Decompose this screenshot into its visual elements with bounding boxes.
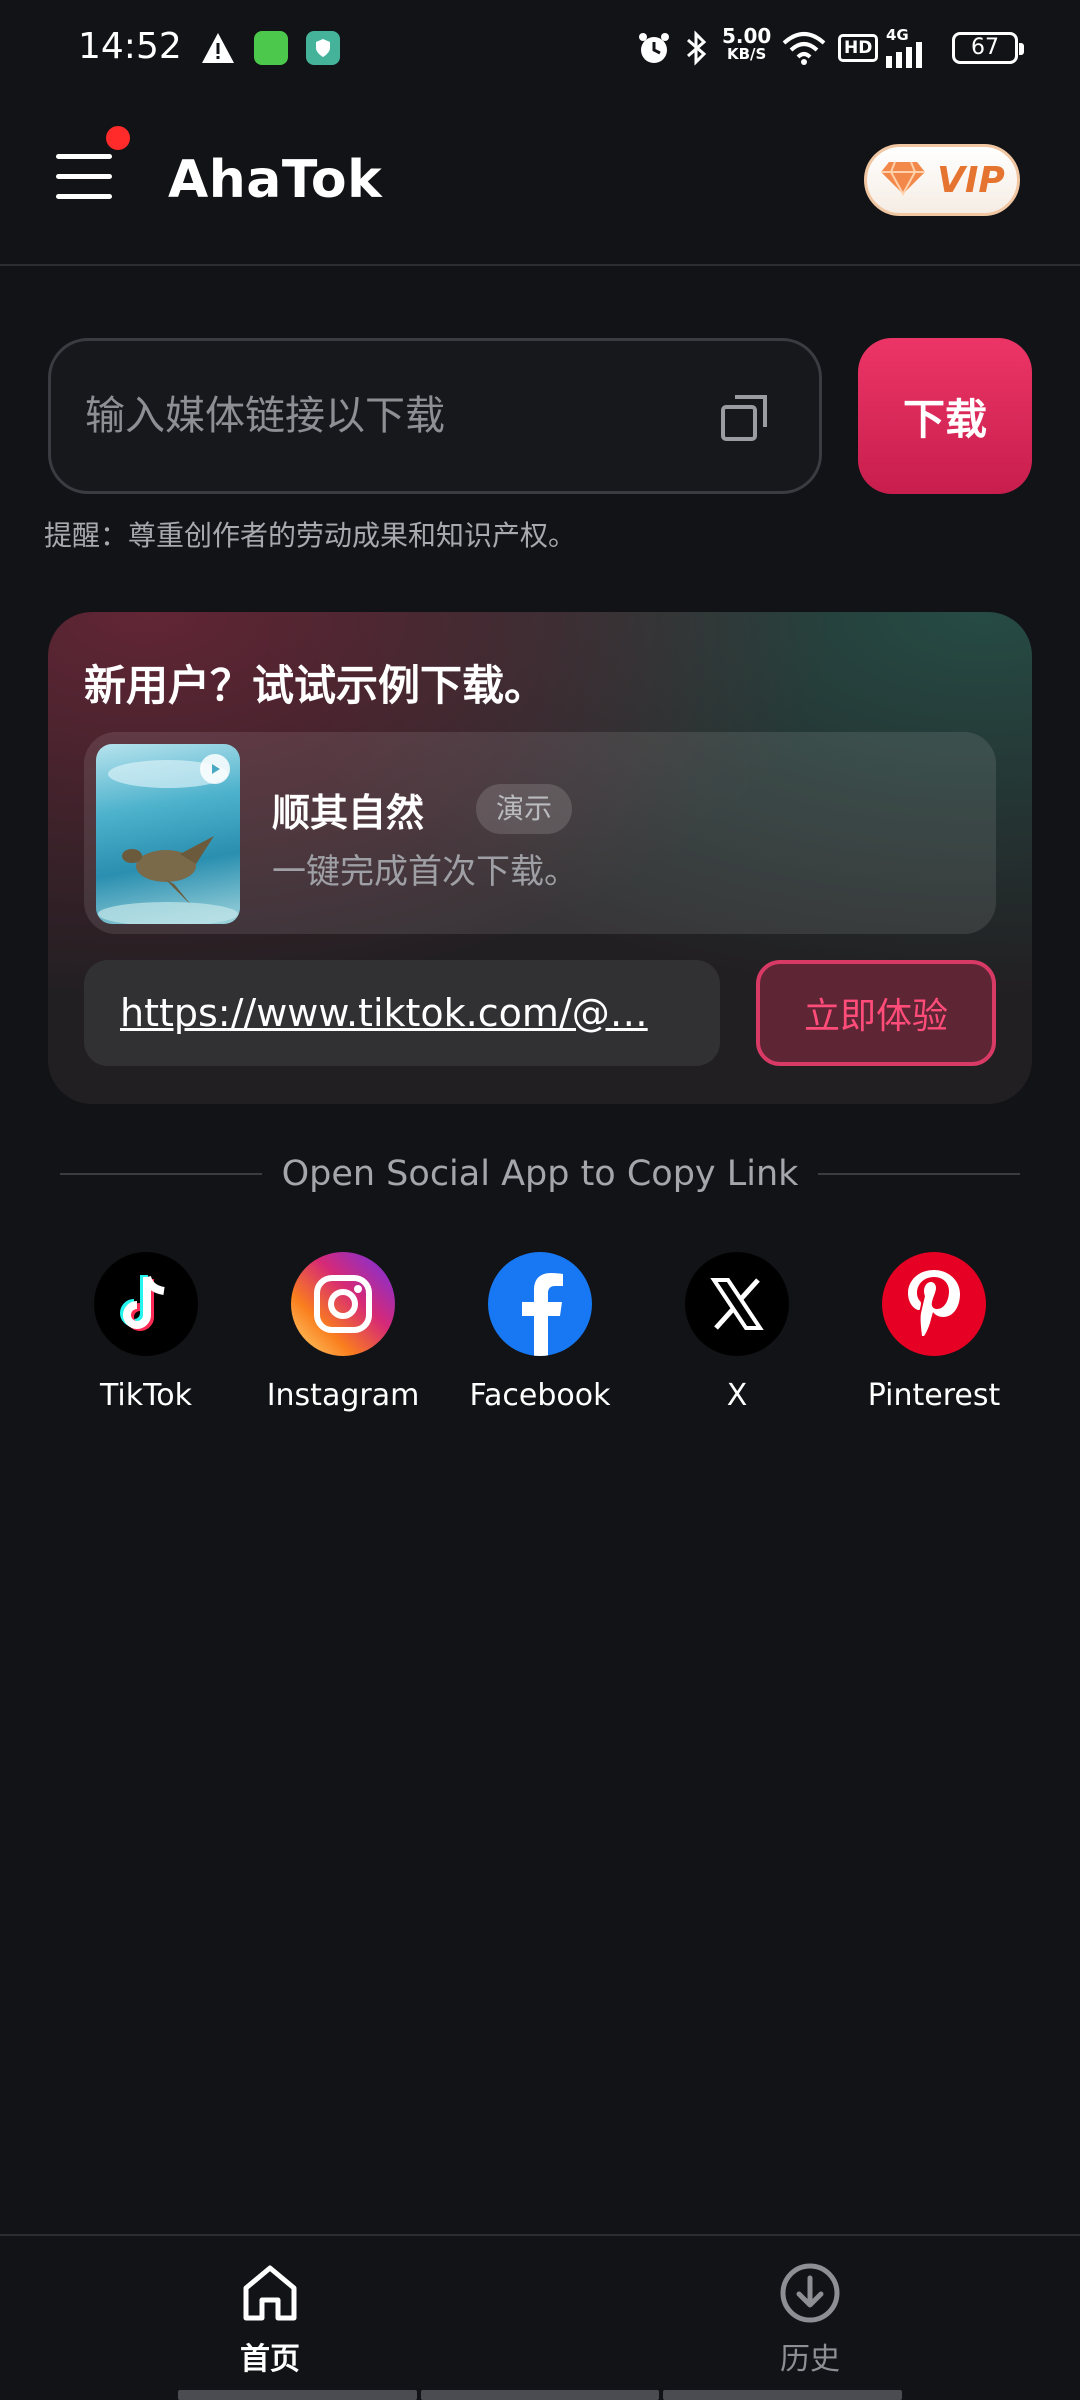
url-input-container: [48, 338, 822, 494]
demo-card: 新用户？试试示例下载。 顺其自然 演示 一键完成首次下载。 https://ww…: [48, 612, 1032, 1104]
social-label: X: [726, 1378, 748, 1413]
nav-item-home[interactable]: 首页: [190, 2262, 350, 2378]
bluetooth-icon: [684, 28, 708, 68]
reminder-text: 提醒：尊重创作者的劳动成果和知识产权。: [44, 519, 577, 552]
demo-badge: 演示: [476, 784, 573, 834]
instagram-icon: [291, 1252, 395, 1356]
divider-line-left: [60, 1173, 262, 1175]
social-label: Instagram: [266, 1378, 420, 1413]
warning-icon: [200, 28, 236, 68]
social-app-pinterest[interactable]: Pinterest: [836, 1252, 1032, 1413]
social-app-x[interactable]: X: [639, 1252, 835, 1413]
menu-badge-dot: [106, 126, 130, 150]
vip-button[interactable]: VIP: [864, 144, 1020, 216]
social-label: TikTok: [99, 1378, 193, 1413]
gesture-bar[interactable]: [178, 2390, 903, 2400]
bottom-nav: 首页 历史: [0, 2234, 1080, 2400]
nav-label-home: 首页: [240, 2342, 300, 2377]
social-app-tiktok[interactable]: TikTok: [48, 1252, 244, 1413]
hd-icon: HD: [838, 28, 879, 68]
nav-label-history: 历史: [780, 2342, 840, 2377]
alarm-icon: [636, 28, 672, 68]
vip-label: VIP: [937, 159, 1005, 201]
status-bar: 14:52 5.00 KB/S HD 4G 67: [0, 0, 1080, 96]
wifi-icon: [782, 28, 826, 68]
demo-item-desc: 一键完成首次下载。: [272, 852, 578, 892]
divider-line-right: [818, 1173, 1021, 1175]
social-divider: Open Social App to Copy Link: [60, 1152, 1021, 1196]
tiktok-icon: [94, 1252, 198, 1356]
message-notif-icon: [254, 28, 288, 68]
demo-item-name: 顺其自然: [272, 791, 425, 835]
url-input[interactable]: [85, 341, 725, 491]
demo-thumbnail: [96, 744, 240, 924]
social-label: Facebook: [469, 1378, 611, 1413]
x-icon: [685, 1252, 789, 1356]
social-app-instagram[interactable]: Instagram: [245, 1252, 441, 1413]
social-app-facebook[interactable]: Facebook: [442, 1252, 638, 1413]
battery-icon: 67: [952, 32, 1024, 64]
status-time: 14:52: [78, 26, 182, 67]
facebook-icon: [488, 1252, 592, 1356]
history-download-icon: [779, 2263, 841, 2328]
net-speed: 5.00 KB/S: [722, 24, 772, 63]
pinterest-icon: [882, 1252, 986, 1356]
demo-url-link[interactable]: https://www.tiktok.com/@…: [84, 960, 720, 1066]
home-icon: [240, 2265, 300, 2328]
shield-notif-icon: [306, 28, 340, 68]
menu-button[interactable]: [56, 154, 112, 200]
signal-icon: 4G: [886, 28, 934, 68]
social-heading: Open Social App to Copy Link: [281, 1154, 799, 1194]
app-bar: AhaTok VIP: [0, 96, 1080, 266]
paste-icon[interactable]: [719, 393, 771, 445]
demo-title: 新用户？试试示例下载。: [84, 661, 547, 710]
play-icon: [200, 754, 230, 784]
nav-item-history[interactable]: 历史: [730, 2262, 890, 2378]
demo-item[interactable]: 顺其自然 演示 一键完成首次下载。: [84, 732, 996, 934]
social-label: Pinterest: [867, 1378, 1001, 1413]
app-title: AhaTok: [168, 150, 383, 210]
download-button[interactable]: 下载: [858, 338, 1032, 494]
try-now-button[interactable]: 立即体验: [756, 960, 996, 1066]
diamond-icon: [879, 160, 927, 200]
social-apps-row: TikTok Instagram Facebook X Pinterest: [48, 1252, 1032, 1422]
app-screen: 14:52 5.00 KB/S HD 4G 67 AhaTok VIP 输入媒体…: [0, 0, 1080, 2400]
